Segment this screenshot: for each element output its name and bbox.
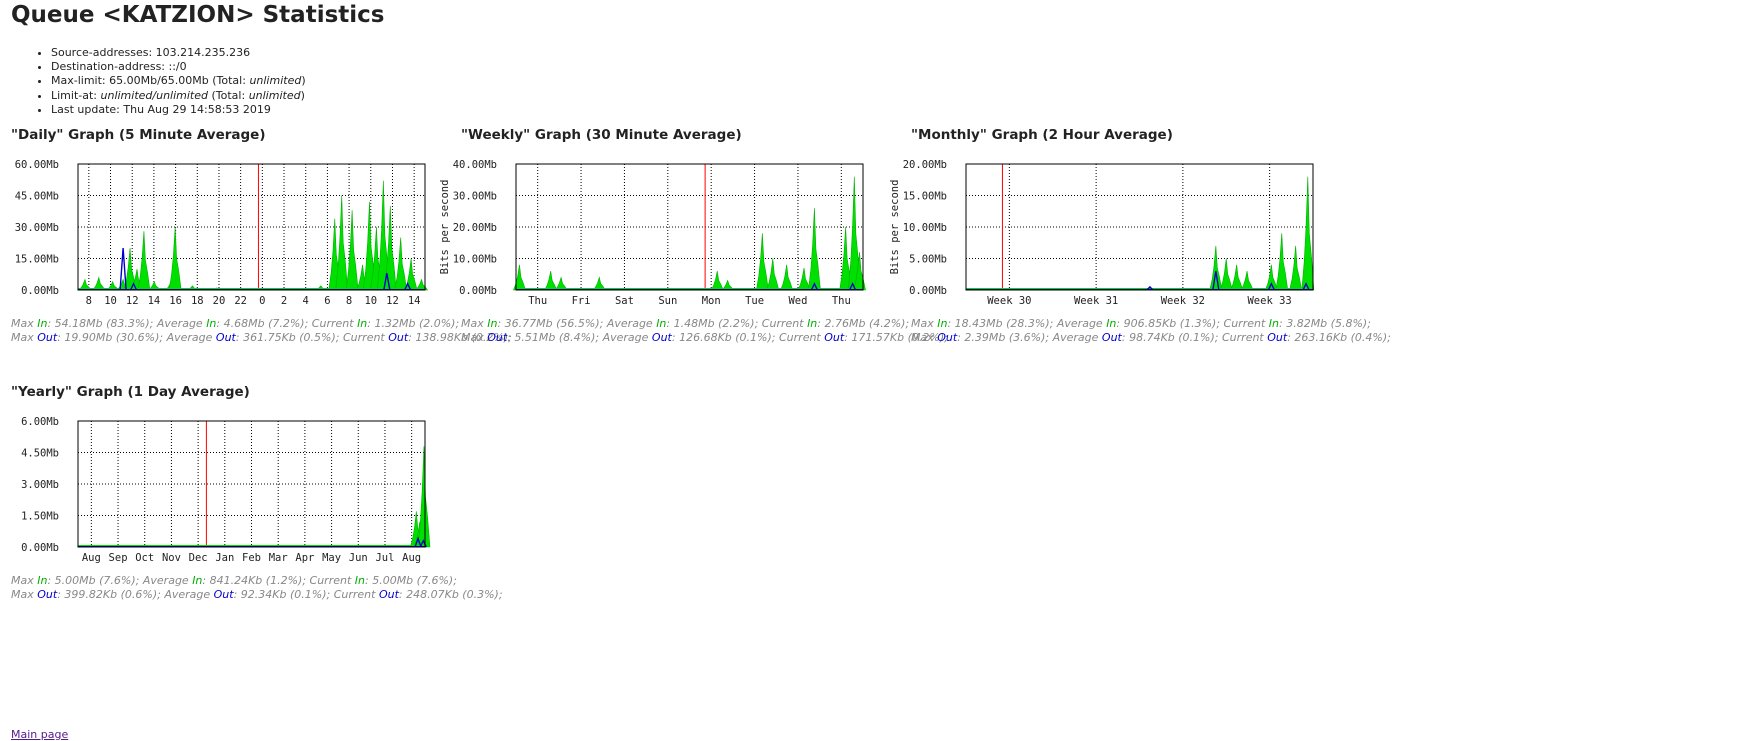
y-tick-label: 60.00Mb	[15, 159, 59, 171]
weekly-graph-title: "Weekly" Graph (30 Minute Average)	[461, 127, 742, 143]
x-tick-label: Aug	[82, 552, 101, 564]
x-tick-label: Week 32	[1161, 295, 1205, 307]
x-tick-label: Fri	[572, 295, 591, 307]
y-tick-label: 0.00Mb	[909, 285, 947, 297]
y-tick-label: 30.00Mb	[453, 191, 497, 203]
yearly-graph-stats: Max In: 5.00Mb (7.6%); Average In: 841.2…	[11, 574, 503, 602]
x-tick-label: 2	[281, 295, 287, 307]
x-tick-label: Feb	[242, 552, 261, 564]
x-tick-label: Jul	[375, 552, 394, 564]
yearly-graph: 0.00Mb 1.50Mb 3.00Mb 4.50Mb 6.00Mb Aug Sep Oct N…	[21, 416, 431, 564]
info-limit-at: Limit-at: unlimited/unlimited (Total: un…	[51, 89, 306, 103]
x-tick-label: 6	[324, 295, 330, 307]
x-tick-label: Week 30	[987, 295, 1031, 307]
x-tick-label: Oct	[135, 552, 154, 564]
y-axis-label: Bits per second	[889, 180, 901, 275]
y-tick-label: 30.00Mb	[15, 222, 59, 234]
y-tick-label: 10.00Mb	[903, 222, 947, 234]
x-tick-label: 16	[169, 295, 182, 307]
monthly-graph-title: "Monthly" Graph (2 Hour Average)	[911, 127, 1173, 143]
y-axis-label: Bits per second	[439, 180, 451, 275]
y-tick-label: 1.50Mb	[21, 511, 59, 523]
x-tick-label: Wed	[788, 295, 807, 307]
x-tick-label: 20	[213, 295, 226, 307]
x-tick-label: 8	[86, 295, 92, 307]
x-tick-label: 14	[148, 295, 161, 307]
x-tick-label: 12	[386, 295, 399, 307]
monthly-graph-stats: Max In: 18.43Mb (28.3%); Average In: 906…	[911, 317, 1391, 345]
x-tick-label: Apr	[295, 552, 314, 564]
main-page-link[interactable]: Main page	[11, 728, 68, 741]
info-last-update: Last update: Thu Aug 29 14:58:53 2019	[51, 103, 306, 117]
daily-graph: 0.00Mb 15.00Mb 30.00Mb 45.00Mb 60.00Mb 8 10 12 1…	[15, 159, 429, 307]
y-tick-label: 0.00Mb	[21, 542, 59, 554]
info-max-limit: Max-limit: 65.00Mb/65.00Mb (Total: unlim…	[51, 74, 306, 88]
yearly-graph-title: "Yearly" Graph (1 Day Average)	[11, 384, 250, 400]
daily-graph-stats: Max In: 54.18Mb (83.3%); Average In: 4.6…	[11, 317, 512, 345]
page-title: Queue <KATZION> Statistics	[11, 2, 385, 28]
x-tick-label: 14	[408, 295, 421, 307]
daily-graph-title: "Daily" Graph (5 Minute Average)	[11, 127, 266, 143]
x-tick-label: 10	[104, 295, 117, 307]
x-tick-label: Sat	[615, 295, 634, 307]
info-source-addresses: Source-addresses: 103.214.235.236	[51, 46, 306, 60]
x-tick-label: Mon	[702, 295, 721, 307]
x-tick-label: Tue	[745, 295, 764, 307]
y-tick-label: 4.50Mb	[21, 448, 59, 460]
x-tick-label: Nov	[162, 552, 181, 564]
x-tick-label: 12	[126, 295, 139, 307]
monthly-graph: 0.00Mb 5.00Mb 10.00Mb 15.00Mb 20.00Mb Week 30…	[889, 159, 1315, 307]
x-tick-label: Week 33	[1247, 295, 1291, 307]
x-tick-label: Jan	[215, 552, 234, 564]
y-tick-label: 6.00Mb	[21, 416, 59, 428]
x-tick-label: Week 31	[1074, 295, 1118, 307]
y-tick-label: 40.00Mb	[453, 159, 497, 171]
y-tick-label: 20.00Mb	[903, 159, 947, 171]
x-tick-label: 18	[191, 295, 204, 307]
x-tick-label: Thu	[832, 295, 851, 307]
x-tick-label: 0	[259, 295, 265, 307]
y-tick-label: 5.00Mb	[909, 254, 947, 266]
x-tick-label: Aug	[402, 552, 421, 564]
y-tick-label: 0.00Mb	[21, 285, 59, 297]
y-tick-label: 15.00Mb	[15, 254, 59, 266]
x-tick-label: Sep	[109, 552, 128, 564]
y-tick-label: 20.00Mb	[453, 222, 497, 234]
y-tick-label: 15.00Mb	[903, 191, 947, 203]
weekly-graph: 0.00Mb 10.00Mb 20.00Mb 30.00Mb 40.00Mb Thu Fri…	[439, 159, 866, 307]
y-tick-label: 45.00Mb	[15, 191, 59, 203]
x-tick-label: 22	[234, 295, 247, 307]
x-tick-label: Jun	[349, 552, 368, 564]
x-tick-label: Sun	[658, 295, 677, 307]
x-tick-label: 8	[346, 295, 352, 307]
y-tick-label: 0.00Mb	[459, 285, 497, 297]
x-tick-label: Dec	[189, 552, 208, 564]
x-tick-label: 4	[303, 295, 309, 307]
y-tick-label: 10.00Mb	[453, 254, 497, 266]
x-tick-label: May	[322, 552, 341, 564]
y-tick-label: 3.00Mb	[21, 479, 59, 491]
x-tick-label: Thu	[528, 295, 547, 307]
queue-info-list: Source-addresses: 103.214.235.236 Destin…	[35, 46, 306, 117]
info-destination-address: Destination-address: ::/0	[51, 60, 306, 74]
weekly-graph-stats: Max In: 36.77Mb (56.5%); Average In: 1.4…	[461, 317, 948, 345]
x-tick-label: Mar	[269, 552, 288, 564]
x-tick-label: 10	[364, 295, 377, 307]
